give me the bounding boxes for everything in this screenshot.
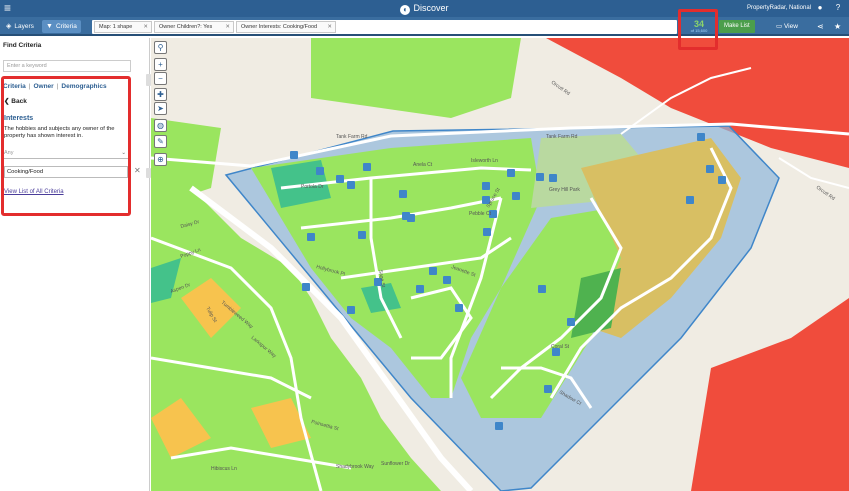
street-label: Isleworth Ln [471,158,498,164]
top-bar: ≡ ◐ Discover PropertyRadar, National ● ? [0,0,849,17]
street-label: Pebble Ct [469,211,492,217]
street-label: Portola Dr [301,184,324,190]
home-marker [429,267,437,275]
home-marker [495,422,503,430]
globe-icon[interactable]: ◍ [154,119,167,132]
home-marker [706,165,714,173]
zoom-in-icon[interactable]: + [154,58,167,71]
star-icon[interactable]: ★ [834,22,841,32]
search-area-icon[interactable]: ⊕ [154,153,167,166]
chip-owner-children[interactable]: Owner Children?: Yes ✕ [154,21,234,33]
map-canvas[interactable]: Tank Farm Rd Tank Farm Rd Orcutt Rd Orcu… [151,38,849,491]
home-marker [567,318,575,326]
close-icon[interactable]: ✕ [327,22,332,32]
home-marker [512,192,520,200]
home-marker [538,285,546,293]
user-icon[interactable]: ● [815,3,825,13]
highlight-box [1,76,131,216]
zoom-out-icon[interactable]: − [154,72,167,85]
street-label: Sunflower Dr [381,461,410,467]
home-marker [507,169,515,177]
person-icon[interactable]: ⚲ [154,41,167,54]
street-label: Hibiscus Ln [211,466,237,472]
home-marker [316,167,324,175]
home-marker [443,276,451,284]
chip-map-shape[interactable]: Map: 1 shape ✕ [94,21,152,33]
street-label: Tank Farm Rd [336,134,368,140]
pin-icon[interactable]: ✚ [154,88,167,101]
account-name[interactable]: PropertyRadar, National [747,3,811,13]
street-label: Tank Farm Rd [546,134,578,140]
share-icon[interactable]: ⋖ [817,22,824,32]
home-marker [336,175,344,183]
close-icon[interactable]: ✕ [225,22,230,32]
home-marker [307,233,315,241]
home-marker [416,285,424,293]
map-icon: ▭ [776,23,784,30]
home-marker [347,306,355,314]
home-marker [718,176,726,184]
filter-icon: ▼ [46,23,53,30]
locate-icon[interactable]: ➤ [154,102,167,115]
home-marker [347,181,355,189]
street-label: Shadybrook Way [336,464,374,470]
chip-owner-interests[interactable]: Owner Interests: Cooking/Food ✕ [236,21,336,33]
home-marker [399,190,407,198]
app-window: ≡ ◐ Discover PropertyRadar, National ● ? … [0,0,849,491]
criteria-chips: Map: 1 shape ✕ Owner Children?: Yes ✕ Owne… [92,20,677,34]
home-marker [483,228,491,236]
street-label: Coral St [551,344,570,350]
home-marker [697,133,705,141]
home-marker [686,196,694,204]
map-svg: Tank Farm Rd Tank Farm Rd Orcutt Rd Orcu… [151,38,849,491]
home-marker [363,163,371,171]
highlight-box [678,9,718,50]
close-icon[interactable]: ✕ [143,22,148,32]
home-marker [407,214,415,222]
help-icon[interactable]: ? [833,3,843,13]
home-marker [290,151,298,159]
street-label: Grey Hill Park [549,187,580,193]
keyword-input[interactable]: Enter a keyword [3,60,131,72]
home-marker [536,173,544,181]
street-label: Anela Ct [413,162,433,168]
home-marker [302,283,310,291]
criteria-toolbar: ◈ Layers ▼ Criteria Map: 1 shape ✕ Owner Ch… [0,17,849,36]
criteria-button[interactable]: ▼ Criteria [42,20,81,33]
page-title: ◐ Discover [0,2,849,15]
home-marker [549,174,557,182]
layers-button[interactable]: ◈ Layers [2,20,38,33]
globe-icon: ◐ [400,5,411,15]
view-button[interactable]: ▭ View [776,20,798,33]
layers-icon: ◈ [6,23,12,30]
home-marker [358,231,366,239]
remove-icon[interactable]: ✕ [134,166,141,175]
panel-title: Find Criteria [3,42,42,49]
home-marker [482,182,490,190]
draw-icon[interactable]: ✎ [154,135,167,148]
home-marker [455,304,463,312]
home-marker [544,385,552,393]
make-list-button[interactable]: Make List [719,20,755,33]
